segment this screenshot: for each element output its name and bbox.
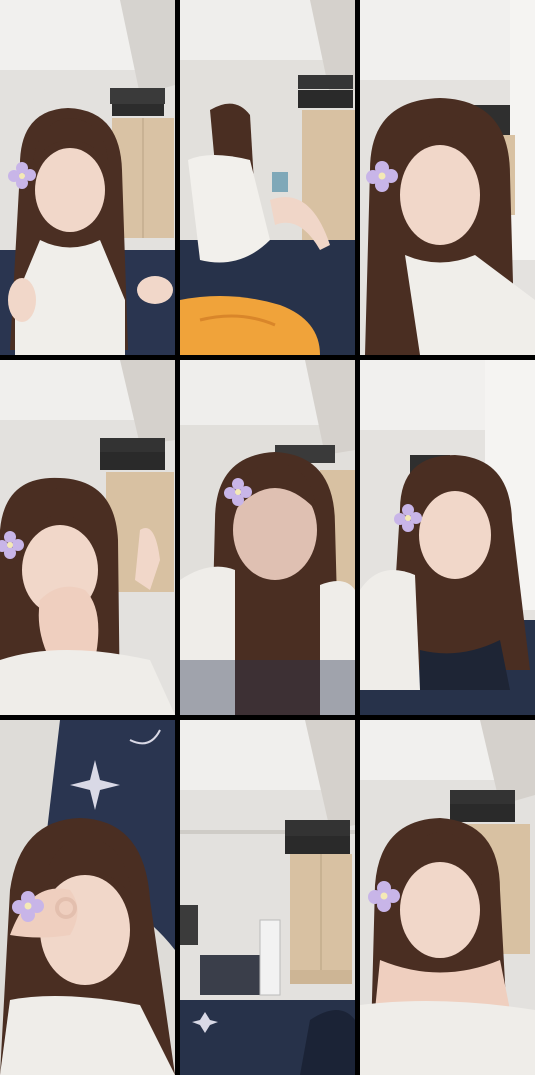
scene-girl-facing-camera <box>0 0 175 355</box>
scene-girl-close-up <box>360 0 535 355</box>
scene-girl-lying-on-bed <box>360 360 535 715</box>
video-tile-3[interactable] <box>360 0 535 355</box>
scene-girl-chin-on-hands <box>360 720 535 1075</box>
video-tile-9[interactable] <box>360 720 535 1075</box>
video-tile-1[interactable] <box>0 0 175 355</box>
scene-girl-blurred-face <box>180 360 355 715</box>
scene-girl-ok-gesture <box>0 720 175 1075</box>
video-tile-2[interactable] <box>180 0 355 355</box>
scene-empty-room <box>180 720 355 1075</box>
video-tile-7[interactable] <box>0 720 175 1075</box>
scene-girl-sitting-on-bed <box>180 0 355 355</box>
video-grid <box>0 0 535 1075</box>
video-tile-6[interactable] <box>360 360 535 715</box>
scene-girl-hands-near-mouth <box>0 360 175 715</box>
video-tile-8[interactable] <box>180 720 355 1075</box>
video-tile-5[interactable] <box>180 360 355 715</box>
video-tile-4[interactable] <box>0 360 175 715</box>
